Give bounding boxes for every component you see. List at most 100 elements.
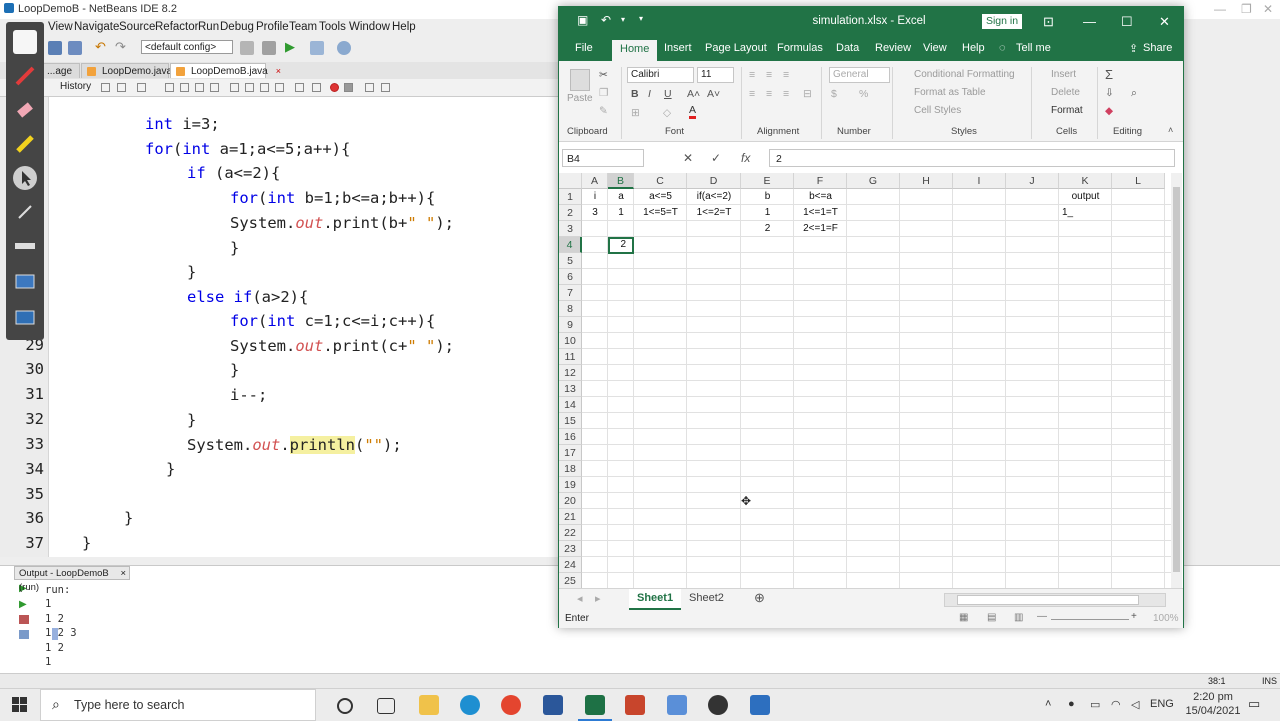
- cell-f2[interactable]: 1<=1=T: [794, 205, 847, 221]
- clear-icon[interactable]: ◆: [1105, 105, 1113, 117]
- share-button[interactable]: Share: [1143, 42, 1172, 54]
- tab-file[interactable]: File: [575, 42, 593, 54]
- menu-refactor[interactable]: Refactor: [155, 21, 198, 33]
- format-as-table-button[interactable]: Format as Table: [914, 87, 986, 98]
- row-header-6[interactable]: 6: [559, 269, 582, 285]
- tab-help[interactable]: Help: [962, 42, 985, 54]
- align-left-icon[interactable]: ≡: [749, 88, 755, 100]
- cell-a1[interactable]: i: [582, 189, 608, 205]
- cell-b4[interactable]: 2: [608, 237, 634, 254]
- tab-data[interactable]: Data: [836, 42, 859, 54]
- row-header-13[interactable]: 13: [559, 381, 582, 397]
- output-close-icon[interactable]: ×: [120, 567, 126, 581]
- save-all-icon[interactable]: [68, 41, 82, 55]
- close-icon[interactable]: ✕: [1159, 14, 1170, 30]
- insert-function-icon[interactable]: fx: [741, 151, 750, 165]
- ruler-icon[interactable]: [13, 234, 37, 258]
- uncomment-icon[interactable]: [381, 83, 390, 92]
- volume-icon[interactable]: ◁: [1131, 698, 1139, 711]
- font-color-icon[interactable]: A: [689, 105, 697, 119]
- menu-navigate[interactable]: Navigate: [74, 21, 119, 33]
- column-header-g[interactable]: G: [847, 173, 900, 189]
- menu-window[interactable]: Window: [349, 21, 390, 33]
- shift-left-icon[interactable]: [275, 83, 284, 92]
- menu-run[interactable]: Run: [198, 21, 219, 33]
- cell-f1[interactable]: b<=a: [794, 189, 847, 205]
- start-macro-icon[interactable]: [312, 83, 321, 92]
- fill-color-icon[interactable]: ◇: [663, 107, 671, 119]
- horizontal-scrollbar[interactable]: [944, 593, 1166, 607]
- excel-taskbar-icon[interactable]: [585, 695, 605, 715]
- task-view-icon[interactable]: [377, 698, 395, 714]
- profile-icon[interactable]: [337, 41, 351, 55]
- sheet-tab-sheet2[interactable]: Sheet2: [681, 589, 732, 608]
- menu-team[interactable]: Team: [289, 21, 317, 33]
- back-icon[interactable]: [117, 83, 126, 92]
- italic-icon[interactable]: I: [648, 88, 651, 100]
- pointer-icon[interactable]: [13, 166, 37, 190]
- name-box[interactable]: B4: [562, 149, 644, 167]
- h-scroll-thumb[interactable]: [957, 595, 1139, 605]
- row-header-18[interactable]: 18: [559, 461, 582, 477]
- decrease-font-icon[interactable]: A˅: [707, 88, 720, 100]
- sign-in-button[interactable]: Sign in: [982, 14, 1022, 29]
- toggle-bookmark-icon[interactable]: [260, 83, 269, 92]
- tab-loopdemo[interactable]: LoopDemo.java×: [81, 63, 185, 78]
- zoom-out-icon[interactable]: —: [1037, 611, 1047, 622]
- maximize-icon[interactable]: ☐: [1121, 14, 1133, 30]
- clean-build-icon[interactable]: [262, 41, 276, 55]
- row-header-22[interactable]: 22: [559, 525, 582, 541]
- percent-icon[interactable]: %: [859, 88, 868, 100]
- conditional-formatting-button[interactable]: Conditional Formatting: [914, 69, 1015, 80]
- page-break-view-icon[interactable]: ▥: [1014, 612, 1023, 623]
- format-cells-button[interactable]: Format: [1051, 105, 1083, 116]
- row-header-3[interactable]: 3: [559, 221, 582, 237]
- previous-bookmark-icon[interactable]: [230, 83, 239, 92]
- undo-icon[interactable]: ↶: [95, 39, 109, 54]
- cell-e2[interactable]: 1: [741, 205, 794, 221]
- column-header-e[interactable]: E: [741, 173, 794, 189]
- row-header-10[interactable]: 10: [559, 333, 582, 349]
- select-all-corner[interactable]: [559, 173, 582, 189]
- find-select-icon[interactable]: ⌕: [1131, 87, 1137, 100]
- column-header-a[interactable]: A: [582, 173, 608, 189]
- row-header-17[interactable]: 17: [559, 445, 582, 461]
- open-project-icon[interactable]: [48, 41, 62, 55]
- cell-e3[interactable]: 2: [741, 221, 794, 237]
- eraser-icon[interactable]: [13, 98, 37, 122]
- paste-button[interactable]: Paste: [567, 93, 593, 104]
- highlighter-icon[interactable]: [13, 132, 37, 156]
- insert-cells-button[interactable]: Insert: [1051, 69, 1076, 80]
- column-header-l[interactable]: L: [1112, 173, 1165, 189]
- row-header-9[interactable]: 9: [559, 317, 582, 333]
- align-center-icon[interactable]: ≡: [766, 88, 772, 100]
- new-sheet-icon[interactable]: ⊕: [754, 590, 765, 606]
- word-icon[interactable]: [543, 695, 563, 715]
- zoom-level[interactable]: 100%: [1153, 613, 1179, 624]
- maximize-icon[interactable]: ❐: [1241, 2, 1252, 16]
- row-header-25[interactable]: 25: [559, 573, 582, 588]
- underline-icon[interactable]: U: [664, 88, 672, 100]
- tab-formulas[interactable]: Formulas: [777, 42, 823, 54]
- cell-e1[interactable]: b: [741, 189, 794, 205]
- find-previous-icon[interactable]: [180, 83, 189, 92]
- row-header-21[interactable]: 21: [559, 509, 582, 525]
- increase-font-icon[interactable]: A˄: [687, 88, 700, 100]
- page-layout-view-icon[interactable]: ▤: [987, 612, 996, 623]
- red-pen-icon[interactable]: [13, 64, 37, 88]
- cut-icon[interactable]: ✂: [599, 69, 608, 81]
- row-header-8[interactable]: 8: [559, 301, 582, 317]
- vertical-scrollbar[interactable]: [1171, 173, 1182, 588]
- clock-date[interactable]: 15/04/2021: [1184, 705, 1242, 717]
- column-header-d[interactable]: D: [687, 173, 741, 189]
- font-name-select[interactable]: Calibri: [627, 67, 694, 83]
- sheet-tab-sheet1[interactable]: Sheet1: [629, 589, 682, 610]
- align-right-icon[interactable]: ≡: [783, 88, 789, 100]
- shift-right-icon[interactable]: [295, 83, 304, 92]
- build-icon[interactable]: [240, 41, 254, 55]
- row-header-23[interactable]: 23: [559, 541, 582, 557]
- config-select[interactable]: <default config>: [141, 40, 233, 54]
- format-painter-icon[interactable]: ✎: [599, 105, 608, 117]
- cell-b2[interactable]: 1: [608, 205, 634, 221]
- menu-help[interactable]: Help: [392, 21, 416, 33]
